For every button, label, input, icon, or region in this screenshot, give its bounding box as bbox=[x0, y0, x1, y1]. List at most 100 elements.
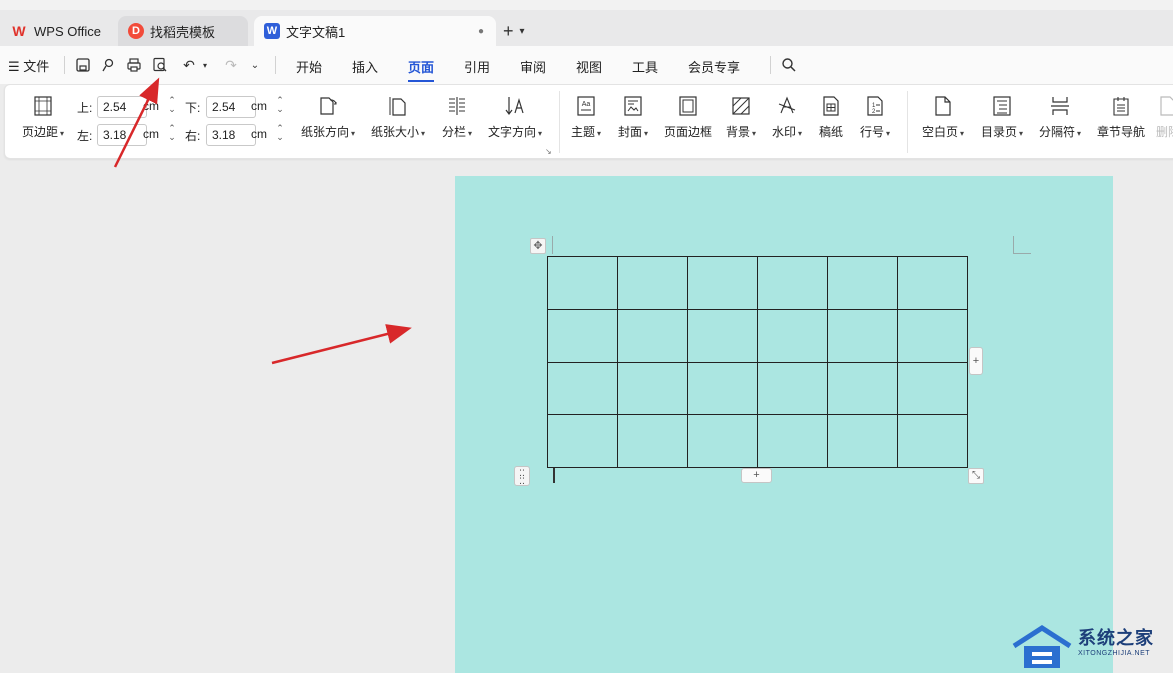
table-cell[interactable] bbox=[757, 256, 828, 310]
margin-right-input[interactable]: 3.18 bbox=[206, 124, 256, 146]
dialog-launcher-icon[interactable]: ↘ bbox=[545, 147, 552, 156]
watermark-url: XITONGZHIJIA.NET bbox=[1078, 650, 1151, 657]
margin-left-input[interactable]: 3.18 bbox=[97, 124, 147, 146]
table-cell[interactable] bbox=[827, 256, 898, 310]
table-cell[interactable] bbox=[897, 308, 968, 363]
blank-page-icon bbox=[932, 95, 954, 117]
separator-button[interactable]: 分隔符 ▾ bbox=[1035, 95, 1085, 140]
theme-icon: Aa bbox=[575, 95, 597, 117]
add-row-button[interactable]: + bbox=[741, 468, 772, 483]
table-cell[interactable] bbox=[757, 361, 828, 416]
table-cell[interactable] bbox=[547, 308, 618, 363]
margin-top-input[interactable]: 2.54 bbox=[97, 96, 147, 118]
columns-button[interactable]: 分栏 ▾ bbox=[437, 95, 477, 140]
margin-right-spinner[interactable]: ⌃ ⌄ bbox=[275, 124, 285, 142]
watermark-title: 系统之家 bbox=[1078, 628, 1154, 648]
undo-dropdown-icon[interactable]: ▾ bbox=[196, 56, 214, 74]
tab-insert[interactable]: 插入 bbox=[352, 57, 378, 76]
print-icon[interactable] bbox=[125, 56, 143, 74]
file-menu[interactable]: ☰ 文件 bbox=[8, 56, 49, 75]
table-cell[interactable] bbox=[757, 414, 828, 468]
tab-document[interactable]: W 文字文稿1 ● bbox=[254, 16, 496, 46]
paper-size-label: 纸张大小 bbox=[370, 125, 419, 139]
line-number-button[interactable]: 12 行号 ▾ bbox=[855, 95, 895, 140]
tab-template[interactable]: D 找稻壳模板 bbox=[118, 16, 248, 46]
table-cell[interactable] bbox=[547, 414, 618, 468]
table-cell[interactable] bbox=[617, 414, 688, 468]
manuscript-button[interactable]: 稿纸 bbox=[815, 95, 847, 140]
new-tab-button[interactable]: + ▾ bbox=[503, 16, 525, 46]
text-direction-label: 文字方向 bbox=[487, 125, 536, 139]
table-cell[interactable] bbox=[617, 361, 688, 416]
print-preview-icon[interactable] bbox=[151, 56, 169, 74]
orientation-button[interactable]: 纸张方向 ▾ bbox=[298, 95, 358, 140]
table-cell[interactable] bbox=[897, 256, 968, 310]
add-column-button[interactable]: + bbox=[969, 347, 983, 375]
background-button[interactable]: 背景 ▾ bbox=[721, 95, 761, 140]
search-icon[interactable] bbox=[780, 56, 798, 74]
margin-right-unit: cm bbox=[251, 127, 267, 141]
table-cell[interactable] bbox=[757, 308, 828, 363]
svg-text:Aa: Aa bbox=[582, 101, 591, 108]
tab-view[interactable]: 视图 bbox=[576, 57, 602, 76]
table-cell[interactable] bbox=[827, 308, 898, 363]
site-watermark: 系统之家 XITONGZHIJIA.NET bbox=[1010, 622, 1170, 672]
table-resize-icon[interactable]: ⤡ bbox=[968, 468, 984, 484]
tab-references[interactable]: 引用 bbox=[464, 57, 490, 76]
tab-wps-office[interactable]: W WPS Office bbox=[0, 16, 112, 46]
table-cell[interactable] bbox=[547, 256, 618, 310]
divider bbox=[559, 91, 560, 153]
page-border-button[interactable]: 页面边框 bbox=[660, 95, 716, 140]
table-cell[interactable] bbox=[687, 361, 758, 416]
toc-page-label: 目录页 bbox=[980, 125, 1017, 139]
tab-review[interactable]: 审阅 bbox=[520, 57, 546, 76]
columns-label: 分栏 bbox=[441, 125, 466, 139]
margin-corner-mark bbox=[552, 236, 553, 254]
cover-button[interactable]: 封面 ▾ bbox=[613, 95, 653, 140]
document-page[interactable]: ✥ + + ⁚⁚ ⁚⁚ ⤡ bbox=[455, 176, 1113, 673]
blank-page-button[interactable]: 空白页 ▾ bbox=[918, 95, 968, 140]
page-margin-button[interactable]: 页边距 ▾ bbox=[17, 95, 69, 140]
tab-tools[interactable]: 工具 bbox=[632, 57, 658, 76]
tab-home[interactable]: 开始 bbox=[296, 57, 322, 76]
margin-bottom-spinner[interactable]: ⌃ ⌄ bbox=[275, 96, 285, 114]
tab-page[interactable]: 页面 bbox=[408, 57, 435, 82]
margin-top-unit: cm bbox=[143, 99, 159, 113]
table-cell[interactable] bbox=[827, 361, 898, 416]
table-cell[interactable] bbox=[617, 256, 688, 310]
paper-size-button[interactable]: 纸张大小 ▾ bbox=[368, 95, 428, 140]
drag-handle-icon[interactable]: ⁚⁚ ⁚⁚ bbox=[514, 466, 530, 486]
margin-top-spinner[interactable]: ⌃ ⌄ bbox=[167, 96, 177, 114]
watermark-button[interactable]: 水印 ▾ bbox=[767, 95, 807, 140]
table-cell[interactable] bbox=[897, 414, 968, 468]
theme-button[interactable]: Aa 主题 ▾ bbox=[566, 95, 606, 140]
page-margin-icon bbox=[32, 95, 54, 117]
format-painter-icon[interactable] bbox=[99, 56, 117, 74]
chevron-down-icon[interactable]: ⌄ bbox=[246, 56, 264, 74]
table-cell[interactable] bbox=[687, 256, 758, 310]
margin-corner-mark bbox=[1013, 236, 1031, 254]
table-cell[interactable] bbox=[617, 308, 688, 363]
watermark-label: 水印 bbox=[771, 125, 796, 139]
table-cell[interactable] bbox=[687, 308, 758, 363]
save-icon[interactable] bbox=[74, 56, 92, 74]
file-menu-label: 文件 bbox=[23, 59, 50, 74]
table-cell[interactable] bbox=[827, 414, 898, 468]
table-move-handle-icon[interactable]: ✥ bbox=[530, 238, 546, 254]
separator-icon bbox=[1049, 95, 1071, 117]
chapter-nav-button[interactable]: 章节导航 bbox=[1093, 95, 1149, 140]
table-cell[interactable] bbox=[547, 361, 618, 416]
toc-page-button[interactable]: 目录页 ▾ bbox=[977, 95, 1027, 140]
redo-icon[interactable]: ↷ bbox=[222, 56, 240, 74]
margin-left-spinner[interactable]: ⌃ ⌄ bbox=[167, 124, 177, 142]
document-table[interactable] bbox=[547, 256, 968, 468]
text-cursor bbox=[553, 468, 555, 483]
margin-bottom-input[interactable]: 2.54 bbox=[206, 96, 256, 118]
arrow-to-page bbox=[271, 324, 412, 365]
table-cell[interactable] bbox=[897, 361, 968, 416]
menu-bar: ☰ 文件 ↶ ▾ ↷ ⌄ 开始 插入 页面 引用 审阅 视图 工具 会员专享 bbox=[0, 46, 1173, 84]
tab-membership[interactable]: 会员专享 bbox=[688, 57, 740, 76]
text-direction-button[interactable]: 文字方向 ▾ bbox=[485, 95, 545, 140]
table-cell[interactable] bbox=[687, 414, 758, 468]
delete-button[interactable]: 删除 bbox=[1153, 95, 1173, 140]
